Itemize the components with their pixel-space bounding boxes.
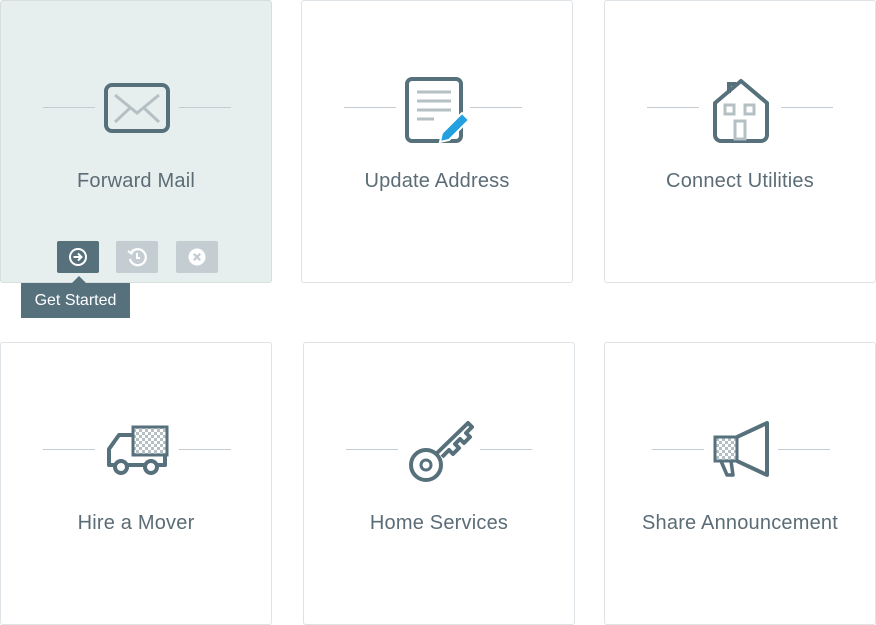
- divider-line: [647, 107, 699, 108]
- card-title: Home Services: [369, 512, 509, 534]
- divider-line: [470, 107, 522, 108]
- card-title: Forward Mail: [77, 170, 195, 192]
- get-started-button[interactable]: [57, 241, 99, 273]
- divider-line: [344, 107, 396, 108]
- remind-later-button[interactable]: [116, 241, 158, 273]
- card-title: Share Announcement: [642, 512, 838, 534]
- divider-line: [346, 449, 398, 450]
- icon-row: [1, 413, 271, 489]
- card-home-services[interactable]: Home Services: [303, 342, 575, 625]
- divider-line: [652, 449, 704, 450]
- icon-row: [605, 71, 875, 147]
- card-title: Update Address: [364, 170, 510, 192]
- envelope-icon: [103, 75, 171, 143]
- house-icon: [707, 75, 775, 143]
- clock-rewind-icon: [127, 248, 147, 267]
- close-circle-icon: [188, 248, 206, 266]
- dismiss-button[interactable]: [176, 241, 218, 273]
- card-actions: [1, 241, 271, 273]
- key-icon: [406, 417, 474, 485]
- arrow-right-circle-icon: [69, 248, 87, 266]
- card-connect-utilities[interactable]: Connect Utilities: [604, 0, 876, 283]
- divider-line: [179, 449, 231, 450]
- moving-truck-icon: [103, 417, 171, 485]
- divider-line: [179, 107, 231, 108]
- card-share-announcement[interactable]: Share Announcement: [604, 342, 876, 625]
- megaphone-icon: [707, 417, 775, 485]
- card-title: Hire a Mover: [77, 512, 195, 534]
- card-update-address[interactable]: Update Address: [301, 0, 573, 283]
- icon-row: [304, 413, 574, 489]
- divider-line: [781, 107, 833, 108]
- divider-line: [43, 107, 95, 108]
- divider-line: [480, 449, 532, 450]
- document-edit-icon: [404, 75, 472, 143]
- card-forward-mail[interactable]: Forward Mail: [0, 0, 272, 283]
- divider-line: [778, 449, 830, 450]
- icon-row: [605, 413, 875, 489]
- get-started-tooltip: Get Started: [21, 283, 130, 318]
- card-title: Connect Utilities: [666, 170, 814, 192]
- tooltip-arrow: [72, 276, 86, 283]
- divider-line: [43, 449, 95, 450]
- icon-row: [1, 71, 271, 147]
- card-hire-a-mover[interactable]: Hire a Mover: [0, 342, 272, 625]
- icon-row: [302, 71, 572, 147]
